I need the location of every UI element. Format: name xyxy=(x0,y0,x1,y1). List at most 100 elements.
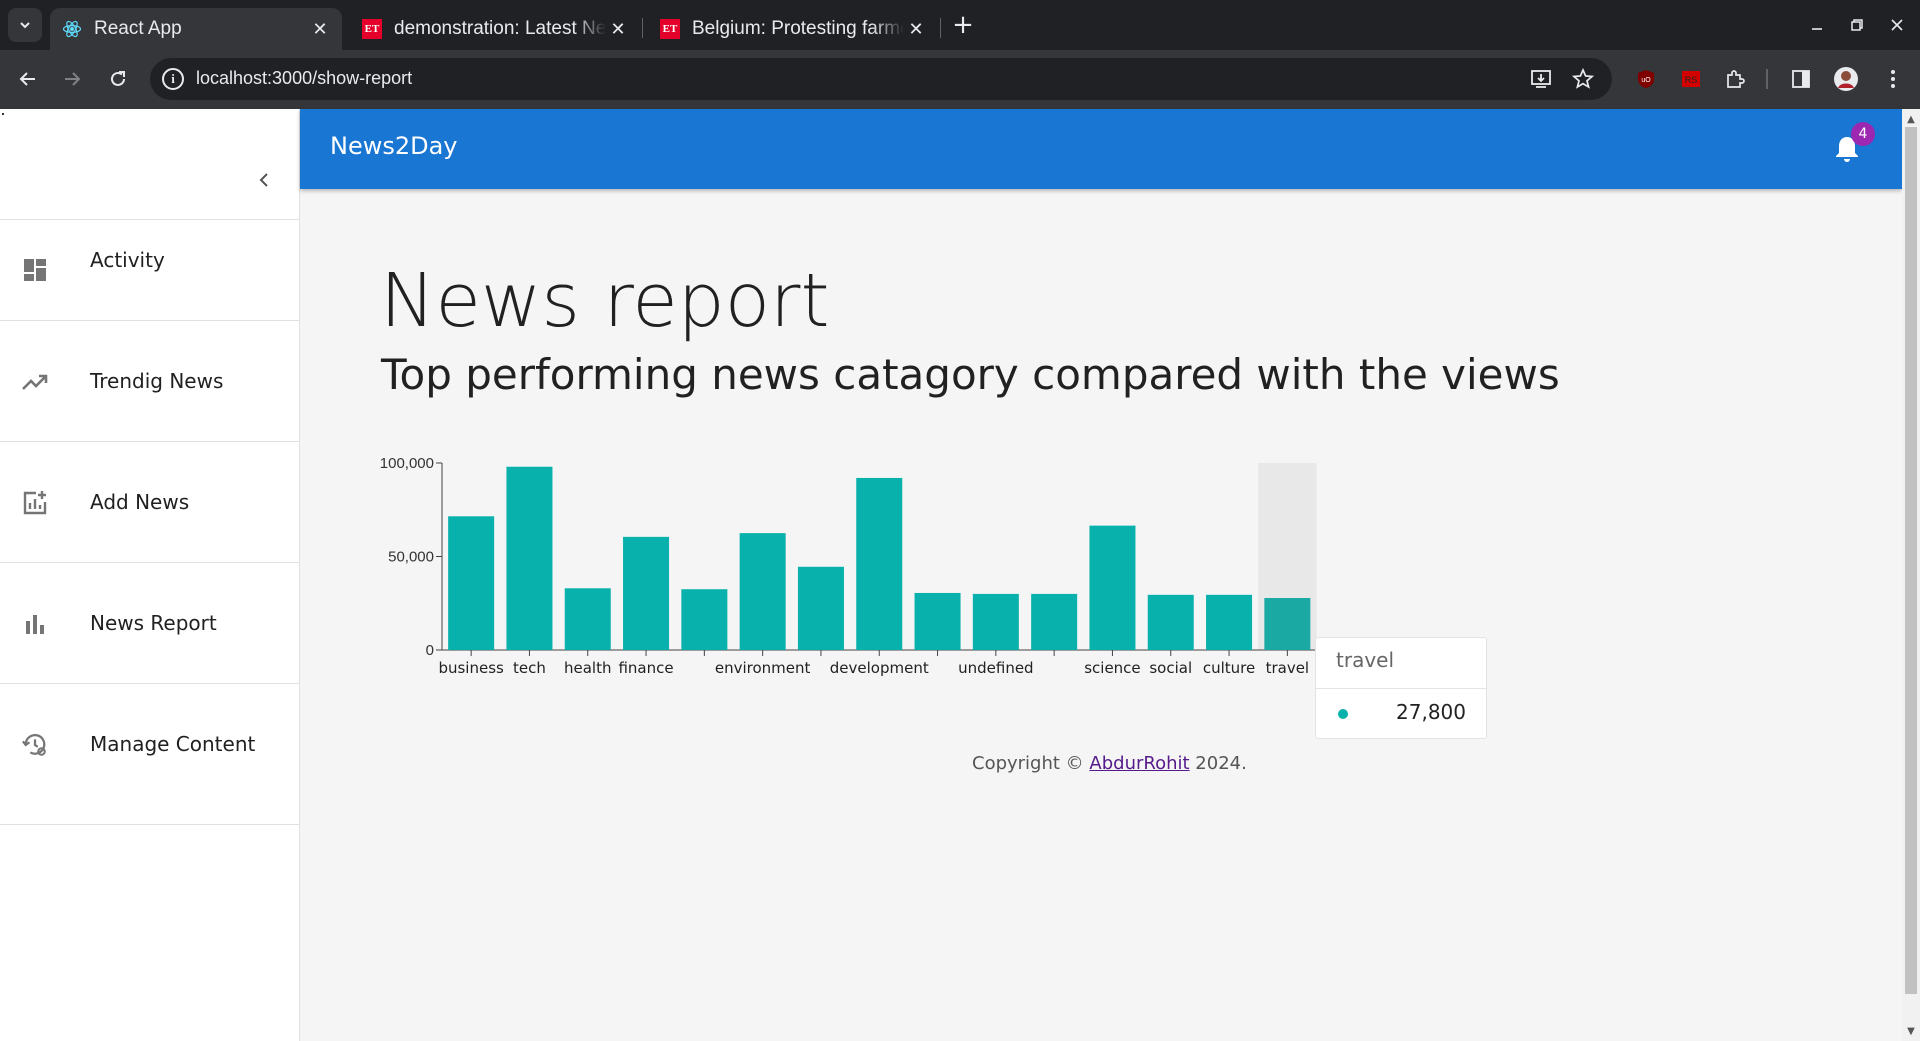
brand-title[interactable]: News2Day xyxy=(330,132,458,160)
x-tick-label: business xyxy=(438,659,504,677)
page-title: News report xyxy=(380,258,830,344)
chevron-left-icon xyxy=(259,173,268,187)
bar-development xyxy=(856,477,903,650)
forward-button[interactable] xyxy=(56,63,88,95)
restore-button[interactable] xyxy=(1842,10,1872,40)
bar-tech xyxy=(506,466,553,650)
tab-title: demonstration: Latest News xyxy=(394,18,606,39)
tab-divider xyxy=(642,18,643,38)
new-tab-button[interactable]: + xyxy=(948,10,978,40)
sidebar-item-trending-news[interactable]: Trendig News xyxy=(0,320,299,441)
sidebar-item-news-report[interactable]: News Report xyxy=(0,562,299,683)
views-bar-chart: 0 50,000 100,000 business tech health finance e… xyxy=(380,455,1317,677)
scroll-up-icon[interactable]: ▲ xyxy=(1904,112,1918,126)
close-window-button[interactable] xyxy=(1882,10,1912,40)
collapse-sidebar-button[interactable] xyxy=(250,166,278,194)
x-tick-label: science xyxy=(1084,659,1140,677)
x-tick-label: finance xyxy=(618,659,673,677)
side-panel-icon[interactable] xyxy=(1788,66,1814,92)
sidebar-item-manage-content[interactable]: Manage Content xyxy=(0,683,299,825)
browser-tab-bar: React App ✕ ET demonstration: Latest New… xyxy=(0,0,1920,50)
sidebar-item-add-news[interactable]: Add News xyxy=(0,441,299,562)
site-info-icon[interactable]: i xyxy=(162,68,184,90)
tab-title: React App xyxy=(94,18,182,39)
footer-author-link[interactable]: AbdurRohit xyxy=(1089,753,1189,774)
x-tick-label: development xyxy=(830,659,929,677)
x-tick-label: culture xyxy=(1203,659,1255,677)
tab-belgium[interactable]: ET Belgium: Protesting farmers ✕ xyxy=(648,8,938,50)
sidebar-item-label: News Report xyxy=(90,611,217,635)
bar-business xyxy=(448,516,495,650)
dashboard-icon xyxy=(22,257,48,283)
bar-travel xyxy=(1264,598,1311,650)
app-header xyxy=(300,109,1902,189)
close-tab-icon[interactable]: ✕ xyxy=(904,17,928,41)
bookmark-star-icon[interactable] xyxy=(1570,66,1596,92)
footer-prefix: Copyright © xyxy=(972,753,1090,774)
bar-category-4 xyxy=(681,589,728,650)
bar-category-10 xyxy=(1031,593,1078,650)
x-tick-label: travel xyxy=(1266,659,1310,677)
sidebar-dot xyxy=(2,113,4,115)
bar-undefined xyxy=(972,593,1019,650)
tab-react-app[interactable]: React App ✕ xyxy=(50,8,342,50)
browser-menu-icon[interactable] xyxy=(1880,66,1906,92)
back-button[interactable] xyxy=(12,63,44,95)
url-text[interactable]: localhost:3000/show-report xyxy=(196,68,412,89)
et-icon: ET xyxy=(660,19,680,39)
toolbar-divider xyxy=(1766,69,1768,89)
bar-science xyxy=(1089,525,1136,650)
bar-finance xyxy=(623,536,670,650)
install-app-icon[interactable] xyxy=(1528,66,1554,92)
sidebar-item-label: Trendig News xyxy=(90,369,224,393)
notification-badge: 4 xyxy=(1851,122,1875,146)
bar-health xyxy=(564,588,611,650)
sidebar-item-label: Add News xyxy=(90,490,190,514)
extensions-puzzle-icon[interactable] xyxy=(1722,66,1748,92)
arrow-right-icon xyxy=(65,72,81,86)
y-tick-label: 100,000 xyxy=(380,455,434,472)
tab-divider xyxy=(940,18,941,38)
minimize-icon xyxy=(1812,28,1822,30)
trending-up-icon xyxy=(22,369,48,395)
ublock-extension-icon[interactable]: uO xyxy=(1633,66,1659,92)
manage-history-icon xyxy=(22,732,48,758)
close-icon xyxy=(1891,19,1903,31)
tab-search-button[interactable] xyxy=(8,8,42,42)
restore-icon xyxy=(1851,19,1863,31)
scrollbar-thumb[interactable] xyxy=(1905,127,1917,994)
close-tab-icon[interactable]: ✕ xyxy=(308,17,332,41)
close-tab-icon[interactable]: ✕ xyxy=(606,17,630,41)
bar-social xyxy=(1147,594,1194,650)
et-icon: ET xyxy=(362,19,382,39)
tooltip-category: travel xyxy=(1336,648,1395,672)
tooltip-series-dot xyxy=(1338,709,1348,719)
reload-button[interactable] xyxy=(102,63,134,95)
bar-chart-icon xyxy=(22,611,48,637)
sidebar-item-label: Activity xyxy=(90,248,165,272)
scroll-down-icon[interactable]: ▼ xyxy=(1904,1024,1918,1038)
y-tick-label: 0 xyxy=(426,642,434,659)
chart-tooltip: travel 27,800 xyxy=(1315,637,1487,739)
x-tick-label: environment xyxy=(715,659,811,677)
bar-culture xyxy=(1206,594,1253,650)
minimize-button[interactable] xyxy=(1802,10,1832,40)
chevron-down-icon xyxy=(20,22,30,29)
x-tick-label: social xyxy=(1149,659,1192,677)
x-tick-label: health xyxy=(564,659,611,677)
tooltip-divider xyxy=(1316,688,1486,689)
y-tick-label: 50,000 xyxy=(388,549,434,566)
profile-avatar[interactable] xyxy=(1833,66,1859,92)
red-extension-icon[interactable]: RS xyxy=(1678,66,1704,92)
tab-demonstration[interactable]: ET demonstration: Latest News ✕ xyxy=(350,8,640,50)
svg-text:RS: RS xyxy=(1685,75,1698,85)
bar-environment xyxy=(739,533,786,650)
bar-category-6 xyxy=(797,566,844,650)
footer-copyright: Copyright © AbdurRohit 2024. xyxy=(972,753,1247,774)
add-chart-icon xyxy=(22,490,48,516)
reload-icon xyxy=(111,71,125,86)
sidebar-item-label: Manage Content xyxy=(90,732,256,756)
svg-text:uO: uO xyxy=(1641,77,1651,84)
x-tick-label: undefined xyxy=(958,659,1033,677)
page-subtitle: Top performing news catagory compared wi… xyxy=(381,350,1560,399)
